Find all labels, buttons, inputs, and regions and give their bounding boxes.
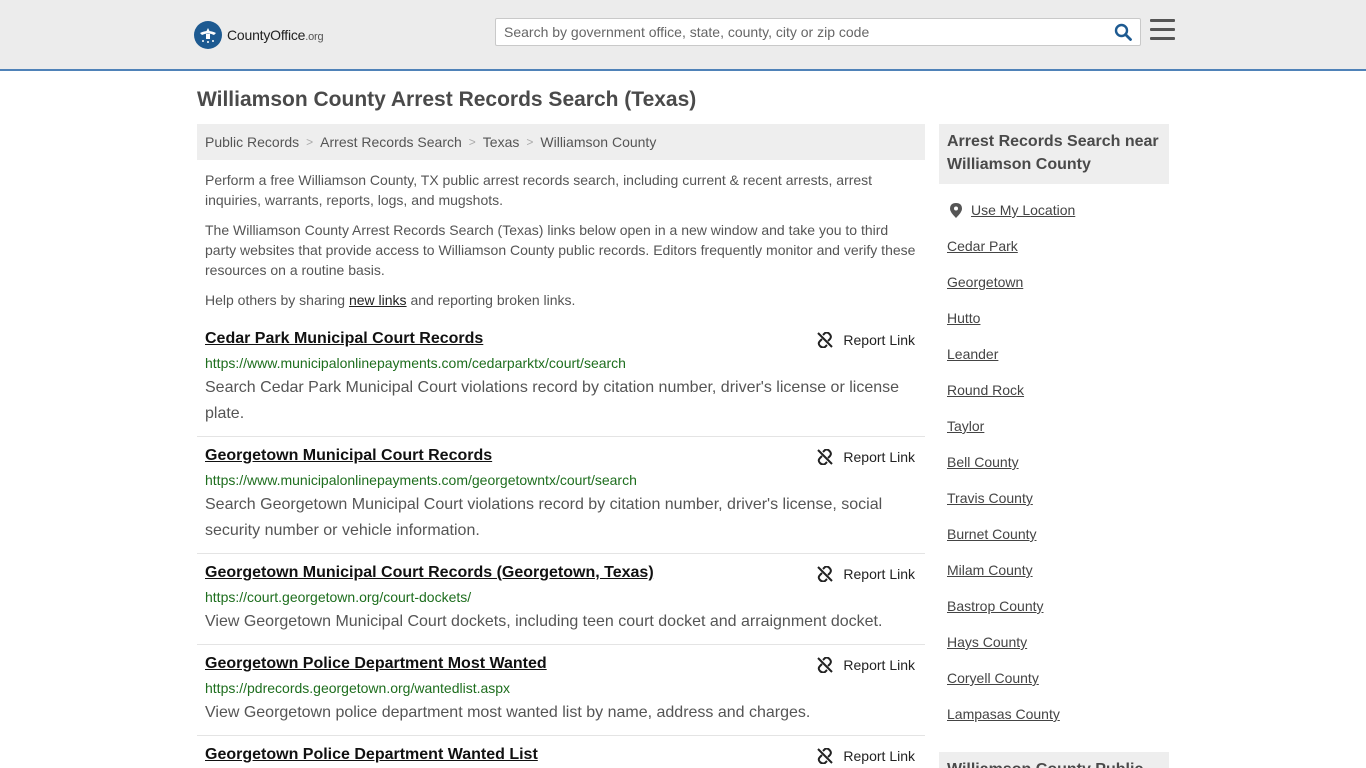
report-link-label: Report Link — [843, 449, 915, 465]
page-title: Williamson County Arrest Records Search … — [197, 88, 697, 111]
result-title-link[interactable]: Georgetown Municipal Court Records — [205, 447, 492, 465]
hamburger-menu-icon[interactable] — [1150, 19, 1175, 42]
result-url: https://www.municipalonlinepayments.com/… — [205, 355, 626, 371]
report-link-label: Report Link — [843, 657, 915, 673]
result-item: Georgetown Municipal Court Records Repor… — [197, 447, 925, 554]
site-logo[interactable]: CountyOffice.org — [194, 21, 324, 49]
sidebar-item-bell-county[interactable]: Bell County — [947, 454, 1019, 470]
sidebar-item-burnet-county[interactable]: Burnet County — [947, 526, 1037, 542]
breadcrumb-separator: > — [306, 135, 314, 149]
report-link-label: Report Link — [843, 332, 915, 348]
sidebar-item-hutto[interactable]: Hutto — [947, 310, 980, 326]
sidebar-item-milam-county[interactable]: Milam County — [947, 562, 1033, 578]
broken-link-icon — [817, 748, 834, 764]
breadcrumb-williamson-county[interactable]: Williamson County — [540, 134, 656, 150]
breadcrumb-public-records[interactable]: Public Records — [205, 134, 299, 150]
broken-link-icon — [817, 566, 834, 582]
result-item: Georgetown Municipal Court Records (Geor… — [197, 564, 925, 645]
breadcrumb-arrest-records-search[interactable]: Arrest Records Search — [320, 134, 462, 150]
result-title-link[interactable]: Georgetown Police Department Most Wanted — [205, 655, 547, 673]
search-icon[interactable] — [1112, 22, 1134, 42]
sidebar-heading: Arrest Records Search near Williamson Co… — [939, 124, 1169, 184]
sidebar-item-coryell-county[interactable]: Coryell County — [947, 670, 1039, 686]
result-description: View Georgetown Municipal Court dockets,… — [205, 613, 883, 630]
result-item: Cedar Park Municipal Court Records Repor… — [197, 330, 925, 437]
broken-link-icon — [817, 449, 834, 465]
sidebar-heading-2: Williamson County Public — [939, 752, 1169, 768]
result-title-link[interactable]: Cedar Park Municipal Court Records — [205, 330, 483, 348]
intro-paragraph-3: Help others by sharing new links and rep… — [205, 290, 920, 310]
report-link-button[interactable]: Report Link — [817, 657, 915, 673]
logo-text: CountyOffice.org — [227, 27, 324, 43]
report-link-button[interactable]: Report Link — [817, 449, 915, 465]
breadcrumb: Public Records > Arrest Records Search >… — [197, 124, 925, 160]
search-input[interactable] — [496, 19, 1106, 45]
sidebar-item-lampasas-county[interactable]: Lampasas County — [947, 706, 1060, 722]
location-pin-icon — [950, 203, 962, 218]
top-header: CountyOffice.org — [0, 0, 1366, 71]
result-url: https://court.georgetown.org/court-docke… — [205, 589, 472, 605]
logo-tld: .org — [305, 31, 324, 43]
result-title-link[interactable]: Georgetown Municipal Court Records (Geor… — [205, 564, 654, 582]
sidebar-item-hays-county[interactable]: Hays County — [947, 634, 1027, 650]
broken-link-icon — [817, 332, 834, 348]
result-title-link[interactable]: Georgetown Police Department Wanted List — [205, 746, 538, 764]
result-description: View Georgetown police department most w… — [205, 704, 811, 721]
report-link-label: Report Link — [843, 748, 915, 764]
result-description: Search Cedar Park Municipal Court violat… — [205, 379, 900, 422]
seal-icon — [194, 21, 222, 49]
sidebar-item-georgetown[interactable]: Georgetown — [947, 274, 1023, 290]
intro-p3-text-end: and reporting broken links. — [406, 292, 576, 308]
use-my-location-link[interactable]: Use My Location — [971, 202, 1075, 218]
result-item: Georgetown Police Department Most Wanted… — [197, 655, 925, 736]
intro-paragraph-1: Perform a free Williamson County, TX pub… — [205, 172, 873, 208]
intro-p3-text: Help others by sharing — [205, 292, 349, 308]
breadcrumb-texas[interactable]: Texas — [483, 134, 520, 150]
result-url: https://pdrecords.georgetown.org/wantedl… — [205, 680, 511, 696]
result-url: https://www.municipalonlinepayments.com/… — [205, 472, 637, 488]
sidebar-item-cedar-park[interactable]: Cedar Park — [947, 238, 1018, 254]
result-description: Search Georgetown Municipal Court violat… — [205, 496, 883, 539]
result-item: Georgetown Police Department Wanted List… — [197, 746, 925, 768]
intro-paragraph-2: The Williamson County Arrest Records Sea… — [205, 222, 916, 278]
broken-link-icon — [817, 657, 834, 673]
report-link-button[interactable]: Report Link — [817, 566, 915, 582]
report-link-label: Report Link — [843, 566, 915, 582]
breadcrumb-separator: > — [526, 135, 534, 149]
sidebar-item-bastrop-county[interactable]: Bastrop County — [947, 598, 1044, 614]
report-link-button[interactable]: Report Link — [817, 748, 915, 764]
new-links-link[interactable]: new links — [349, 292, 407, 308]
sidebar-item-taylor[interactable]: Taylor — [947, 418, 984, 434]
sidebar-item-leander[interactable]: Leander — [947, 346, 998, 362]
sidebar-item-round-rock[interactable]: Round Rock — [947, 382, 1024, 398]
sidebar-item-travis-county[interactable]: Travis County — [947, 490, 1033, 506]
breadcrumb-separator: > — [468, 135, 476, 149]
report-link-button[interactable]: Report Link — [817, 332, 915, 348]
search-bar — [495, 18, 1141, 46]
logo-main: CountyOffice — [227, 27, 306, 43]
